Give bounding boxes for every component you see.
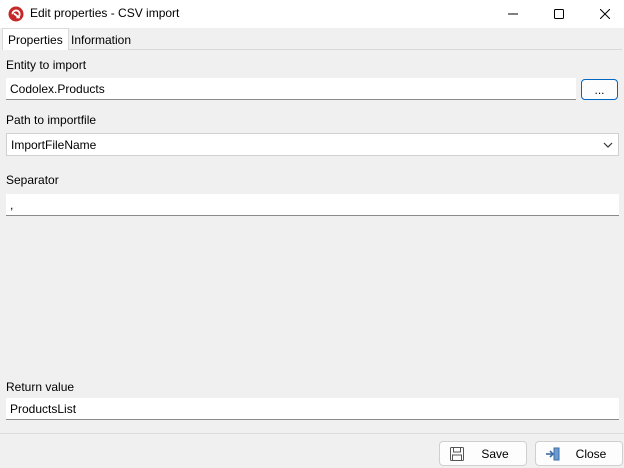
maximize-icon bbox=[554, 9, 564, 19]
save-label: Save bbox=[481, 446, 509, 461]
close-label: Close bbox=[575, 446, 607, 461]
chevron-down-icon bbox=[603, 142, 613, 148]
tab-information[interactable]: Information bbox=[66, 30, 136, 50]
minimize-button[interactable] bbox=[490, 0, 536, 28]
tab-strip: Properties Information bbox=[0, 28, 624, 50]
properties-panel bbox=[3, 49, 622, 430]
path-label: Path to importfile bbox=[6, 113, 97, 127]
close-icon bbox=[600, 9, 610, 19]
path-select-value: ImportFileName bbox=[11, 138, 97, 152]
window-title: Edit properties - CSV import bbox=[30, 6, 180, 20]
tab-properties[interactable]: Properties bbox=[2, 28, 69, 50]
entity-label: Entity to import bbox=[6, 58, 87, 72]
maximize-button[interactable] bbox=[536, 0, 582, 28]
return-value-label: Return value bbox=[6, 380, 75, 394]
save-button[interactable]: Save bbox=[439, 441, 527, 466]
app-logo-icon bbox=[8, 6, 24, 22]
close-window-button[interactable] bbox=[582, 0, 624, 28]
path-select[interactable]: ImportFileName bbox=[6, 133, 619, 156]
close-button[interactable]: Close bbox=[535, 441, 623, 466]
title-bar: Edit properties - CSV import bbox=[0, 0, 624, 28]
minimize-icon bbox=[508, 13, 518, 15]
browse-entity-button[interactable]: ... bbox=[581, 79, 618, 100]
separator-label: Separator bbox=[6, 173, 59, 187]
entity-input[interactable] bbox=[6, 78, 576, 100]
return-value-input[interactable] bbox=[6, 398, 619, 420]
footer-divider bbox=[0, 433, 624, 434]
separator-input[interactable] bbox=[6, 194, 619, 216]
